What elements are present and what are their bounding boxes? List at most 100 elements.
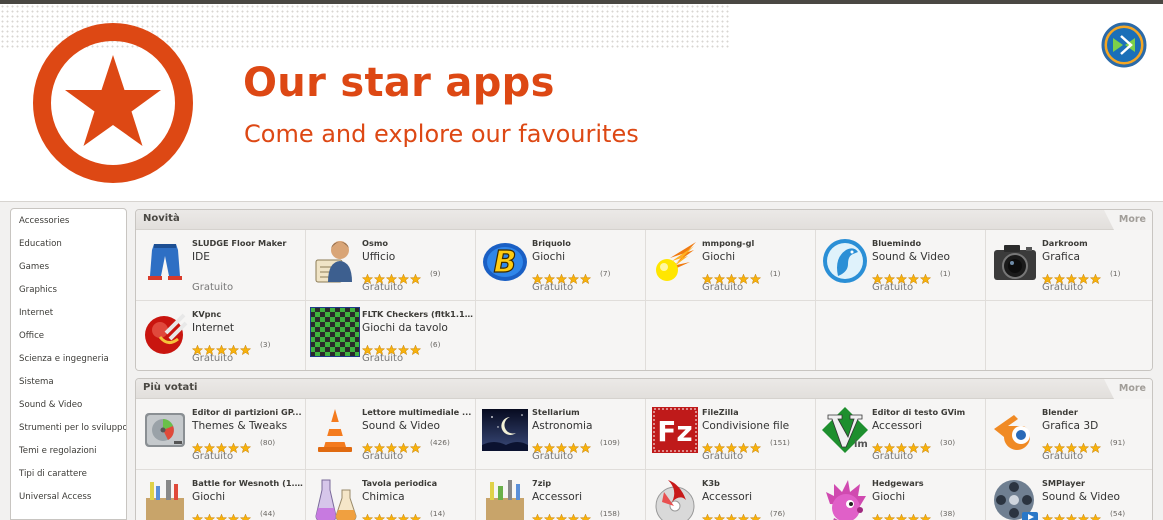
- sidebar-item-temi-e-regolazioni[interactable]: Temi e regolazioni: [11, 440, 126, 463]
- app-tile[interactable]: B Briquolo Giochi (7) Gratuito: [476, 230, 646, 301]
- section-header: Più votati More: [136, 379, 1152, 399]
- app-tile[interactable]: SLUDGE Floor Maker IDE Gratuito: [136, 230, 306, 301]
- sidebar-item-sistema[interactable]: Sistema: [11, 371, 126, 394]
- app-tile[interactable]: Bluemindo Sound & Video (1) Gratuito: [816, 230, 986, 301]
- app-grid: Editor di partizioni GP... Themes & Tweak…: [136, 399, 1152, 520]
- app-tile[interactable]: FLTK Checkers (fltk1.1-... Giochi da tavo…: [306, 301, 476, 370]
- rating-stars: [531, 508, 592, 520]
- sidebar-item-universal-access[interactable]: Universal Access: [11, 486, 126, 509]
- rating-stars: [531, 437, 592, 453]
- app-price: Gratuito: [872, 282, 914, 293]
- camera-icon: [990, 236, 1040, 286]
- star-icon: [385, 438, 398, 453]
- sidebar-item-games[interactable]: Games: [11, 256, 126, 279]
- app-price: Gratuito: [532, 282, 574, 293]
- app-tile[interactable]: Editor di partizioni GP... Themes & Tweak…: [136, 399, 306, 470]
- star-icon: [907, 438, 920, 453]
- star-icon: [919, 509, 932, 520]
- app-category: Giochi: [702, 251, 736, 263]
- app-name: Editor di testo GVim: [872, 407, 966, 417]
- star-icon: [239, 509, 252, 520]
- star-icon: [737, 509, 750, 520]
- star-icon: [713, 438, 726, 453]
- software-center-badge-icon[interactable]: [1101, 22, 1147, 68]
- app-tile[interactable]: SMPlayer Sound & Video (54): [986, 470, 1152, 520]
- sidebar-item-internet[interactable]: Internet: [11, 302, 126, 325]
- app-name: Osmo: [362, 238, 388, 248]
- star-icon: [1041, 269, 1054, 284]
- more-button[interactable]: More: [1104, 379, 1152, 399]
- app-tile[interactable]: 7zip Accessori (158): [476, 470, 646, 520]
- empty-tile: [646, 301, 816, 370]
- app-tile[interactable]: Fz FileZilla Condivisione file (151) Gratuit…: [646, 399, 816, 470]
- star-icon: [203, 438, 216, 453]
- section-header: Novità More: [136, 210, 1152, 230]
- star-icon: [579, 269, 592, 284]
- banner-title: Our star apps: [243, 60, 555, 106]
- star-icon: [713, 509, 726, 520]
- rating-stars: [871, 437, 932, 453]
- app-tile[interactable]: Blender Grafica 3D (91) Gratuito: [986, 399, 1152, 470]
- star-icon: [385, 340, 398, 355]
- app-tile[interactable]: Osmo Ufficio (9) Gratuito: [306, 230, 476, 301]
- rating-count: (30): [940, 438, 956, 447]
- sidebar-item-accessories[interactable]: Accessories: [11, 210, 126, 233]
- rating-count: (44): [260, 509, 276, 518]
- blender-icon: [990, 405, 1040, 455]
- hard-disk-icon: [140, 405, 190, 455]
- app-tile[interactable]: im Editor di testo GVim Accessori (30) Gratu…: [816, 399, 986, 470]
- app-price: Gratuito: [1042, 451, 1084, 462]
- rating-stars: [191, 339, 252, 355]
- sidebar-item-office[interactable]: Office: [11, 325, 126, 348]
- app-name: SLUDGE Floor Maker: [192, 238, 287, 248]
- app-name: Blender: [1042, 407, 1078, 417]
- app-name: Bluemindo: [872, 238, 922, 248]
- star-icon: [531, 438, 544, 453]
- sidebar-item-scienza-e-ingegneria[interactable]: Scienza e ingegneria: [11, 348, 126, 371]
- app-tile[interactable]: Stellarium Astronomia (109) Gratuito: [476, 399, 646, 470]
- app-name: Tavola periodica: [362, 478, 438, 488]
- star-icon: [1077, 509, 1090, 520]
- app-category: Ufficio: [362, 251, 396, 263]
- app-tile[interactable]: K3b Accessori (76): [646, 470, 816, 520]
- star-icon: [385, 269, 398, 284]
- svg-text:im: im: [854, 439, 868, 450]
- star-icon: [1053, 269, 1066, 284]
- featured-banner[interactable]: Our star apps Come and explore our favou…: [0, 4, 1163, 202]
- fireball-icon: [650, 236, 700, 286]
- sidebar-item-sound-video[interactable]: Sound & Video: [11, 394, 126, 417]
- app-price: Gratuito: [192, 282, 234, 293]
- app-tile[interactable]: Lettore multimediale ... Sound & Video (42…: [306, 399, 476, 470]
- app-tile[interactable]: mmpong-gl Giochi (1) Gratuito: [646, 230, 816, 301]
- sidebar-item-education[interactable]: Education: [11, 233, 126, 256]
- star-icon: [361, 269, 374, 284]
- sidebar-item-tipi-di-carattere[interactable]: Tipi di carattere: [11, 463, 126, 486]
- banner-subtitle: Come and explore our favourites: [244, 120, 639, 148]
- star-icon: [701, 509, 714, 520]
- app-category: Giochi: [872, 491, 906, 503]
- app-category: Grafica: [1042, 251, 1081, 263]
- star-icon: [883, 269, 896, 284]
- star-icon: [737, 438, 750, 453]
- app-tile[interactable]: Darkroom Grafica (1) Gratuito: [986, 230, 1152, 301]
- star-icon: [871, 269, 884, 284]
- app-tile[interactable]: KVpnc Internet (3) Gratuito: [136, 301, 306, 370]
- app-tile[interactable]: Battle for Wesnoth (1.8) Giochi (44): [136, 470, 306, 520]
- star-icon: [579, 509, 592, 520]
- sidebar-item-graphics[interactable]: Graphics: [11, 279, 126, 302]
- star-icon: [555, 269, 568, 284]
- rating-count: (1): [770, 269, 781, 278]
- star-icon: [907, 509, 920, 520]
- star-icon: [191, 509, 204, 520]
- app-tile[interactable]: Hedgewars Giochi (38): [816, 470, 986, 520]
- star-icon: [1065, 509, 1078, 520]
- app-price: Gratuito: [532, 451, 574, 462]
- sidebar-item-strumenti-per-lo-sviluppo[interactable]: Strumenti per lo sviluppo: [11, 417, 126, 440]
- bird-icon: [820, 236, 870, 286]
- app-tile[interactable]: Tavola periodica Chimica (14): [306, 470, 476, 520]
- empty-tile: [986, 301, 1152, 370]
- more-button[interactable]: More: [1104, 210, 1152, 230]
- star-icon: [373, 438, 386, 453]
- star-icon: [713, 269, 726, 284]
- rating-count: (3): [260, 340, 271, 349]
